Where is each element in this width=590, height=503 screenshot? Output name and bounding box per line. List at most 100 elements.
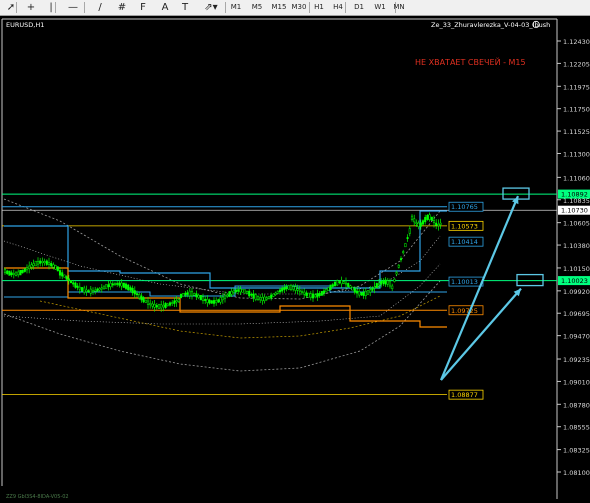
candle-body xyxy=(36,261,40,265)
candle-body xyxy=(197,294,200,298)
candle-body xyxy=(25,267,29,271)
candle-body xyxy=(250,294,253,296)
candle-body xyxy=(140,295,143,301)
candle-body xyxy=(272,293,275,297)
candle-body xyxy=(146,300,150,305)
candle-body xyxy=(201,296,205,301)
price-scale-label: 1.11750 xyxy=(563,106,590,114)
candle-body xyxy=(278,289,282,293)
symbol-title: EURUSD,H1 xyxy=(6,21,44,29)
candle-body xyxy=(131,287,134,294)
level-label-1.09725: 1.09725 xyxy=(451,307,478,315)
timeframe-m15-button[interactable]: M15 xyxy=(270,1,288,14)
horizontal-line-icon[interactable]: — xyxy=(66,1,80,14)
candle-body xyxy=(406,237,409,239)
candle-body xyxy=(322,290,326,294)
toolbar-separator xyxy=(225,2,226,13)
price-scale-label: 1.10605 xyxy=(563,220,590,228)
candle-body xyxy=(221,296,224,301)
candle-body xyxy=(276,290,279,294)
timeframe-m1-button[interactable]: M1 xyxy=(229,1,243,14)
candle-body xyxy=(355,290,359,294)
candle-body xyxy=(127,284,130,291)
candle-body xyxy=(217,299,220,303)
candle-body xyxy=(186,292,189,295)
candle-body xyxy=(254,294,257,300)
candle-body xyxy=(83,287,86,293)
candle-body xyxy=(45,260,48,265)
candle-body xyxy=(34,260,37,267)
candle-body xyxy=(98,288,101,291)
chart-window[interactable]: 1.12430 1.12205 1.11975 1.11750 1.11525 1.113… xyxy=(0,16,590,500)
timeframe-m30-button[interactable]: M30 xyxy=(290,1,308,14)
trendline-icon[interactable]: / xyxy=(93,1,107,14)
candle-body xyxy=(292,286,295,290)
candle-body xyxy=(369,289,372,293)
candle-body xyxy=(195,293,198,298)
candle-body xyxy=(85,289,88,292)
candle-body xyxy=(87,290,90,292)
candle-body xyxy=(89,288,92,294)
candle-body xyxy=(21,269,24,274)
candle-body xyxy=(204,298,207,301)
candle-body xyxy=(353,288,356,293)
candle-body xyxy=(338,281,341,283)
candle-body xyxy=(113,283,117,285)
timeframe-d1-button[interactable]: D1 xyxy=(352,1,366,14)
candle-body xyxy=(208,299,211,304)
candle-body xyxy=(349,285,352,289)
crosshair-icon[interactable]: + xyxy=(24,1,38,14)
yellow-curve xyxy=(39,295,441,339)
text-field-icon[interactable]: T xyxy=(178,1,192,14)
candle-body xyxy=(248,290,251,297)
candle-body xyxy=(135,293,139,296)
price-scale-label: 1.11060 xyxy=(563,174,590,182)
candle-body xyxy=(430,216,433,221)
price-scale-label: 1.10150 xyxy=(563,265,590,273)
candles-group xyxy=(3,212,442,312)
candle-body xyxy=(380,280,383,285)
timeframe-w1-button[interactable]: W1 xyxy=(373,1,387,14)
candle-body xyxy=(373,286,376,289)
text-label-icon[interactable]: A xyxy=(158,1,172,14)
candle-body xyxy=(175,300,178,303)
candle-body xyxy=(314,294,317,298)
candle-body xyxy=(256,296,260,301)
candle-body xyxy=(67,278,70,282)
toolbar-separator xyxy=(309,2,310,13)
scale-label-support: 1.10023 xyxy=(561,277,588,285)
candle-body xyxy=(298,289,301,292)
candle-body xyxy=(336,280,339,286)
candle-body xyxy=(96,288,99,292)
candle-body xyxy=(107,284,110,288)
candle-body xyxy=(342,281,345,284)
candle-body xyxy=(366,290,370,295)
timeframe-h4-button[interactable]: H4 xyxy=(331,1,345,14)
candle-body xyxy=(415,222,418,225)
candle-body xyxy=(435,222,438,226)
timeframe-mn-button[interactable]: MN xyxy=(392,1,406,14)
price-scale-label: 1.09235 xyxy=(563,356,590,364)
candle-body xyxy=(424,217,427,223)
level-label-1.08877: 1.08877 xyxy=(451,391,478,399)
arrows-dropdown-icon[interactable]: ⇗▾ xyxy=(201,1,221,14)
candle-body xyxy=(3,269,7,274)
candle-body xyxy=(80,287,84,292)
candle-body xyxy=(318,292,321,297)
candle-body xyxy=(155,305,158,308)
level-label-1.10573: 1.10573 xyxy=(451,222,478,230)
price-chart[interactable]: 1.12430 1.12205 1.11975 1.11750 1.11525 1.113… xyxy=(0,16,590,500)
footer-text: ZZ9 Gbl3S4-8IDA-V05-02 xyxy=(6,494,69,499)
candle-body xyxy=(421,220,425,225)
timeframe-h1-button[interactable]: H1 xyxy=(313,1,325,14)
candle-body xyxy=(261,297,264,301)
price-scale-label: 1.09470 xyxy=(563,333,590,341)
current-price-label: 1.10730 xyxy=(561,207,588,215)
timeframe-m5-button[interactable]: M5 xyxy=(250,1,264,14)
candle-body xyxy=(118,282,121,286)
fibonacci-icon[interactable]: F xyxy=(136,1,150,14)
candle-body xyxy=(39,260,42,264)
candle-body xyxy=(404,243,407,248)
candle-body xyxy=(340,279,343,285)
equidistant-channel-icon[interactable]: # xyxy=(115,1,129,14)
